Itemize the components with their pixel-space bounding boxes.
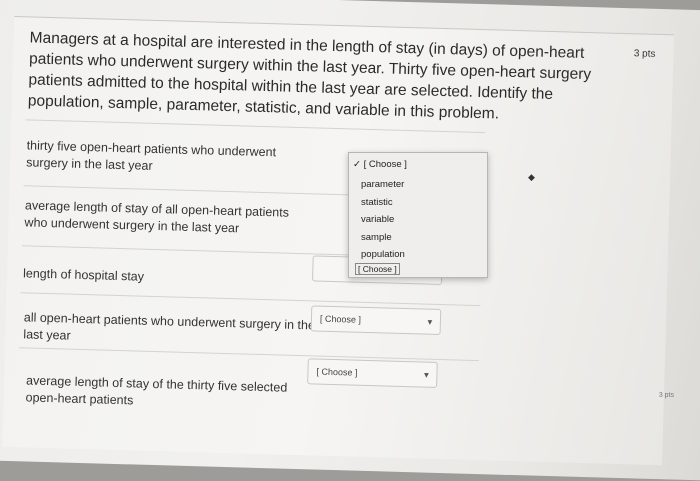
match-row-label-4: all open-heart patients who underwent su…	[23, 310, 316, 343]
dropdown-option-choose[interactable]: [ Choose ]	[355, 263, 400, 275]
dropdown-option-parameter[interactable]: parameter	[361, 179, 404, 190]
chevron-down-icon: ▼	[422, 370, 431, 380]
question-card: 3 pts Managers at a hospital are interes…	[2, 15, 675, 466]
answer-dropdown-menu[interactable]: ✓ [ Choose ] parameter statistic variabl…	[348, 152, 488, 278]
dropdown-option-statistic[interactable]: statistic	[361, 197, 393, 208]
chevron-down-icon: ▼	[425, 317, 435, 327]
dropdown-option-sample[interactable]: sample	[361, 232, 392, 243]
match-row-label-2: average length of stay of all open-heart…	[24, 198, 290, 236]
select-value: [ Choose ]	[316, 366, 358, 378]
dropdown-option[interactable]: ✓ [ Choose ]	[353, 159, 407, 170]
points-label: 3 pts	[633, 48, 656, 60]
divider	[20, 292, 481, 307]
match-row-label-3: length of hospital stay	[22, 266, 145, 284]
check-icon: ✓	[353, 159, 361, 170]
answer-select-5[interactable]: [ Choose ] ▼	[307, 358, 438, 388]
select-value: [ Choose ]	[319, 313, 362, 325]
match-row-label-1: thirty five open-heart patients who unde…	[26, 138, 277, 173]
dropdown-option-population[interactable]: population	[361, 249, 405, 260]
question-text: Managers at a hospital are interested in…	[27, 29, 592, 123]
mini-points-label: 3 pts	[658, 392, 674, 399]
cursor-icon: ◆	[528, 172, 535, 182]
dropdown-option-variable[interactable]: variable	[361, 214, 394, 225]
answer-select-4[interactable]: [ Choose ] ▼	[310, 305, 442, 335]
match-row-label-5: average length of stay of the thirty fiv…	[25, 373, 288, 408]
